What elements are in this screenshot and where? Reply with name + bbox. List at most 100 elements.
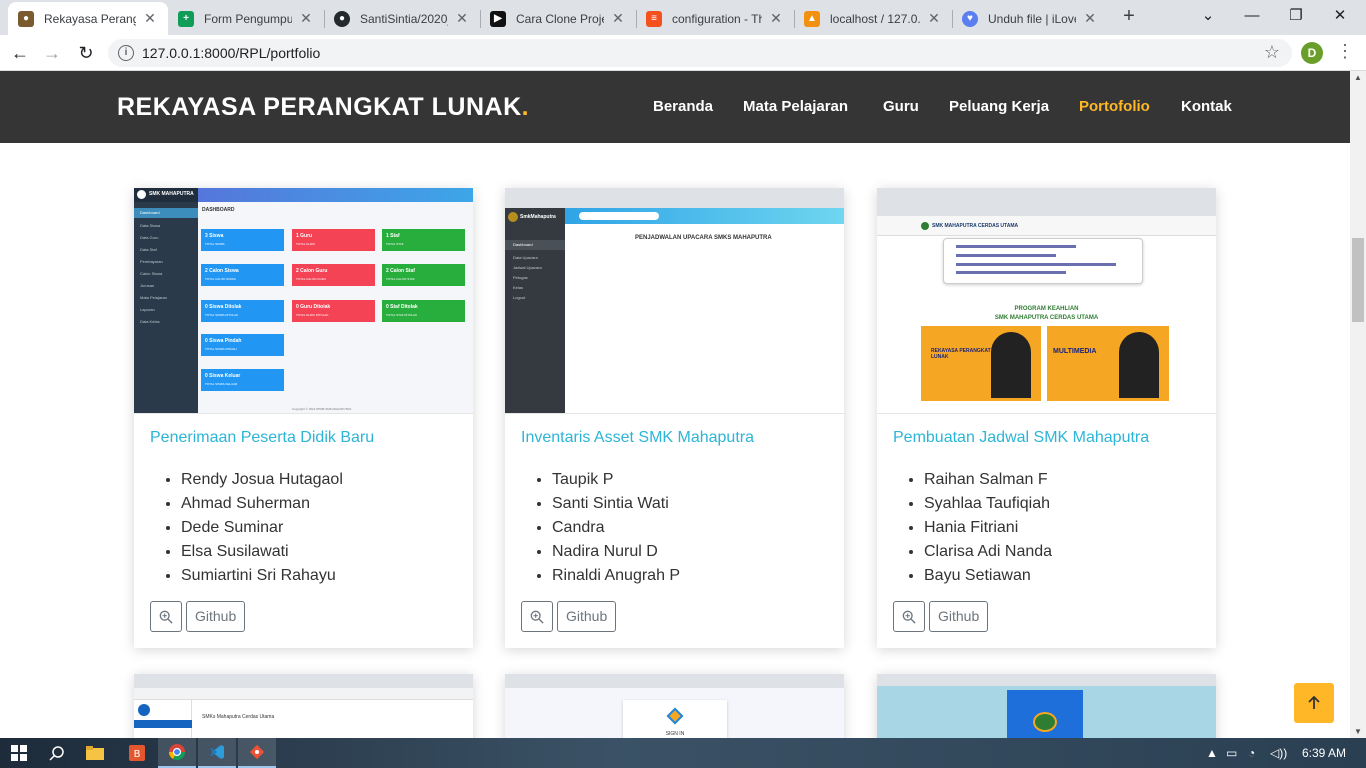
list-item: Candra [552,516,680,540]
vscode-icon[interactable] [198,738,236,768]
portfolio-title[interactable]: Inventaris Asset SMK Mahaputra [521,429,754,447]
portfolio-preview-image[interactable]: SMK MAHAPUTRA CERDAS UTAMA PROGRAM KEAHL… [877,188,1216,414]
file-explorer-icon[interactable] [76,738,114,768]
close-tab-icon[interactable]: ✕ [1082,10,1098,27]
url-field[interactable]: i 127.0.0.1:8000/RPL/portfolio ☆ [108,39,1292,67]
tab-rekayasa[interactable]: ● Rekayasa Perangkat Lunak ✕ [8,2,168,35]
preview-tile: 2 Calon Staf TOTAL CALON STAF [382,264,465,286]
nav-portofolio[interactable]: Portofolio [1079,98,1150,115]
close-tab-icon[interactable]: ✕ [298,10,314,27]
preview-tile: 0 Siswa Keluar TOTAL SISWA KELUAR [201,369,284,391]
preview-tile: 2 Calon Siswa TOTAL CALON SISWA [201,264,284,286]
network-icon[interactable]: ◔ [1248,746,1255,760]
preview-sidebar: Dashboard Data Siswa Data Guru Data Staf… [134,202,198,413]
preview-tile: 0 Guru Ditolak TOTAL GURU DITOLAK [292,300,375,322]
github-button[interactable]: Github [929,601,989,632]
zoom-button[interactable] [893,601,925,632]
windows-start-icon[interactable] [0,738,38,768]
back-to-top-button[interactable] [1294,683,1334,723]
close-tab-icon[interactable]: ✕ [926,10,942,27]
member-list: Rendy Josua Hutagaol Ahmad Suherman Dede… [181,468,343,588]
docs-icon: ≡ [646,10,662,27]
portfolio-card-next[interactable] [877,674,1216,738]
zoom-in-icon [902,610,916,624]
back-icon[interactable]: ← [8,41,32,65]
nav-mata-pelajaran[interactable]: Mata Pelajaran [743,98,848,115]
taskbar-clock[interactable]: 6:39 AM [1302,746,1346,760]
close-tab-icon[interactable]: ✕ [610,10,626,27]
tab-search-icon[interactable]: ⌄ [1188,4,1228,28]
preview-tile: 2 Calon Guru TOTAL CALON GURU [292,264,375,286]
forward-icon[interactable]: → [40,41,64,65]
phpmyadmin-icon: ▲ [804,10,820,27]
new-tab-button[interactable]: + [1118,6,1140,28]
portfolio-preview-image[interactable]: SMK MAHAPUTRA Dashboard Data Siswa Data … [134,188,473,414]
preview-logo-icon [137,190,146,199]
scroll-up-icon[interactable]: ▲ [1354,73,1362,82]
portfolio-title[interactable]: Penerimaan Peserta Didik Baru [150,429,374,447]
portfolio-card-next[interactable]: SMKs Mahaputra Cerdas Utama [134,674,473,738]
tab-github[interactable]: ● SantiSintia/2020_ ✕ [324,2,480,35]
address-bar: ← → ↻ i 127.0.0.1:8000/RPL/portfolio ☆ D… [0,35,1366,71]
preview-banner-rpl: REKAYASA PERANGKAT LUNAK [921,326,1041,401]
close-tab-icon[interactable]: ✕ [454,10,470,27]
preview-tile: 3 Siswa TOTAL SISWA [201,229,284,251]
tab-unduh[interactable]: ♥ Unduh file | iLove ✕ [952,2,1108,35]
svg-text:B: B [134,749,141,760]
tab-clone[interactable]: ▶ Cara Clone Project ✕ [480,2,636,35]
profile-avatar[interactable]: D [1301,42,1323,64]
search-icon[interactable] [38,738,76,768]
minimize-icon[interactable]: — [1232,4,1272,28]
portfolio-title[interactable]: Pembuatan Jadwal SMK Mahaputra [893,429,1149,447]
tab-configuration[interactable]: ≡ configuration - Th ✕ [636,2,794,35]
portfolio-card: SmkMahaputra Dashboard Data Upacara Jadw… [505,188,844,648]
member-list: Raihan Salman F Syahlaa Taufiqiah Hania … [924,468,1052,588]
close-tab-icon[interactable]: ✕ [142,10,158,27]
list-item: Taupik P [552,468,680,492]
bookmark-star-icon[interactable]: ☆ [1264,42,1280,63]
tab-localhost[interactable]: ▲ localhost / 127.0.0 ✕ [794,2,952,35]
preview-tile: 1 Staf TOTAL STAF [382,229,465,251]
github-button[interactable]: Github [186,601,246,632]
nav-guru[interactable]: Guru [883,98,919,115]
volume-icon[interactable]: ◁)) [1270,746,1287,760]
browser-menu-icon[interactable]: ⋮ [1336,41,1354,62]
nav-peluang-kerja[interactable]: Peluang Kerja [949,98,1049,115]
reload-icon[interactable]: ↻ [74,41,98,65]
zoom-button[interactable] [521,601,553,632]
page-scrollbar[interactable]: ▲ ▼ [1350,71,1366,738]
preview-tile: 1 Guru TOTAL GURU [292,229,375,251]
portfolio-card-next[interactable]: SIGN IN [505,674,844,738]
nav-beranda[interactable]: Beranda [653,98,713,115]
browser-tab-strip: ● Rekayasa Perangkat Lunak ✕ + Form Peng… [0,0,1366,35]
tab-form[interactable]: + Form Pengumpulan ✕ [168,2,324,35]
site-info-icon[interactable]: i [118,45,134,61]
close-tab-icon[interactable]: ✕ [768,10,784,27]
zoom-button[interactable] [150,601,182,632]
scroll-down-icon[interactable]: ▼ [1354,727,1362,736]
list-item: Santi Sintia Wati [552,492,680,516]
git-icon[interactable] [238,738,276,768]
site-navbar: REKAYASA PERANGKAT LUNAK. Beranda Mata P… [0,71,1350,143]
portfolio-card: SMK MAHAPUTRA Dashboard Data Siswa Data … [134,188,473,648]
nav-kontak[interactable]: Kontak [1181,98,1232,115]
list-item: Rendy Josua Hutagaol [181,468,343,492]
sublime-icon[interactable]: B [118,738,156,768]
heart-icon: ♥ [962,10,978,27]
chrome-icon[interactable] [158,738,196,768]
preview-banner-mm: MULTIMEDIA [1047,326,1169,401]
portfolio-preview-image[interactable]: SmkMahaputra Dashboard Data Upacara Jadw… [505,188,844,414]
github-button[interactable]: Github [557,601,617,632]
site-brand[interactable]: REKAYASA PERANGKAT LUNAK. [117,93,529,122]
preview-site-header: SMK MAHAPUTRA CERDAS UTAMA [877,216,1216,236]
scrollbar-thumb[interactable] [1352,238,1364,322]
restore-icon[interactable]: ❐ [1276,4,1316,28]
preview-browser-bar [505,188,844,208]
tray-expand-icon[interactable]: ▲ [1206,746,1218,760]
battery-icon[interactable]: ▭ [1226,746,1237,760]
list-item: Ahmad Suherman [181,492,343,516]
list-item: Syahlaa Taufiqiah [924,492,1052,516]
list-item: Sumiartini Sri Rahayu [181,564,343,588]
close-window-icon[interactable]: ✕ [1320,4,1360,28]
list-item: Dede Suminar [181,516,343,540]
